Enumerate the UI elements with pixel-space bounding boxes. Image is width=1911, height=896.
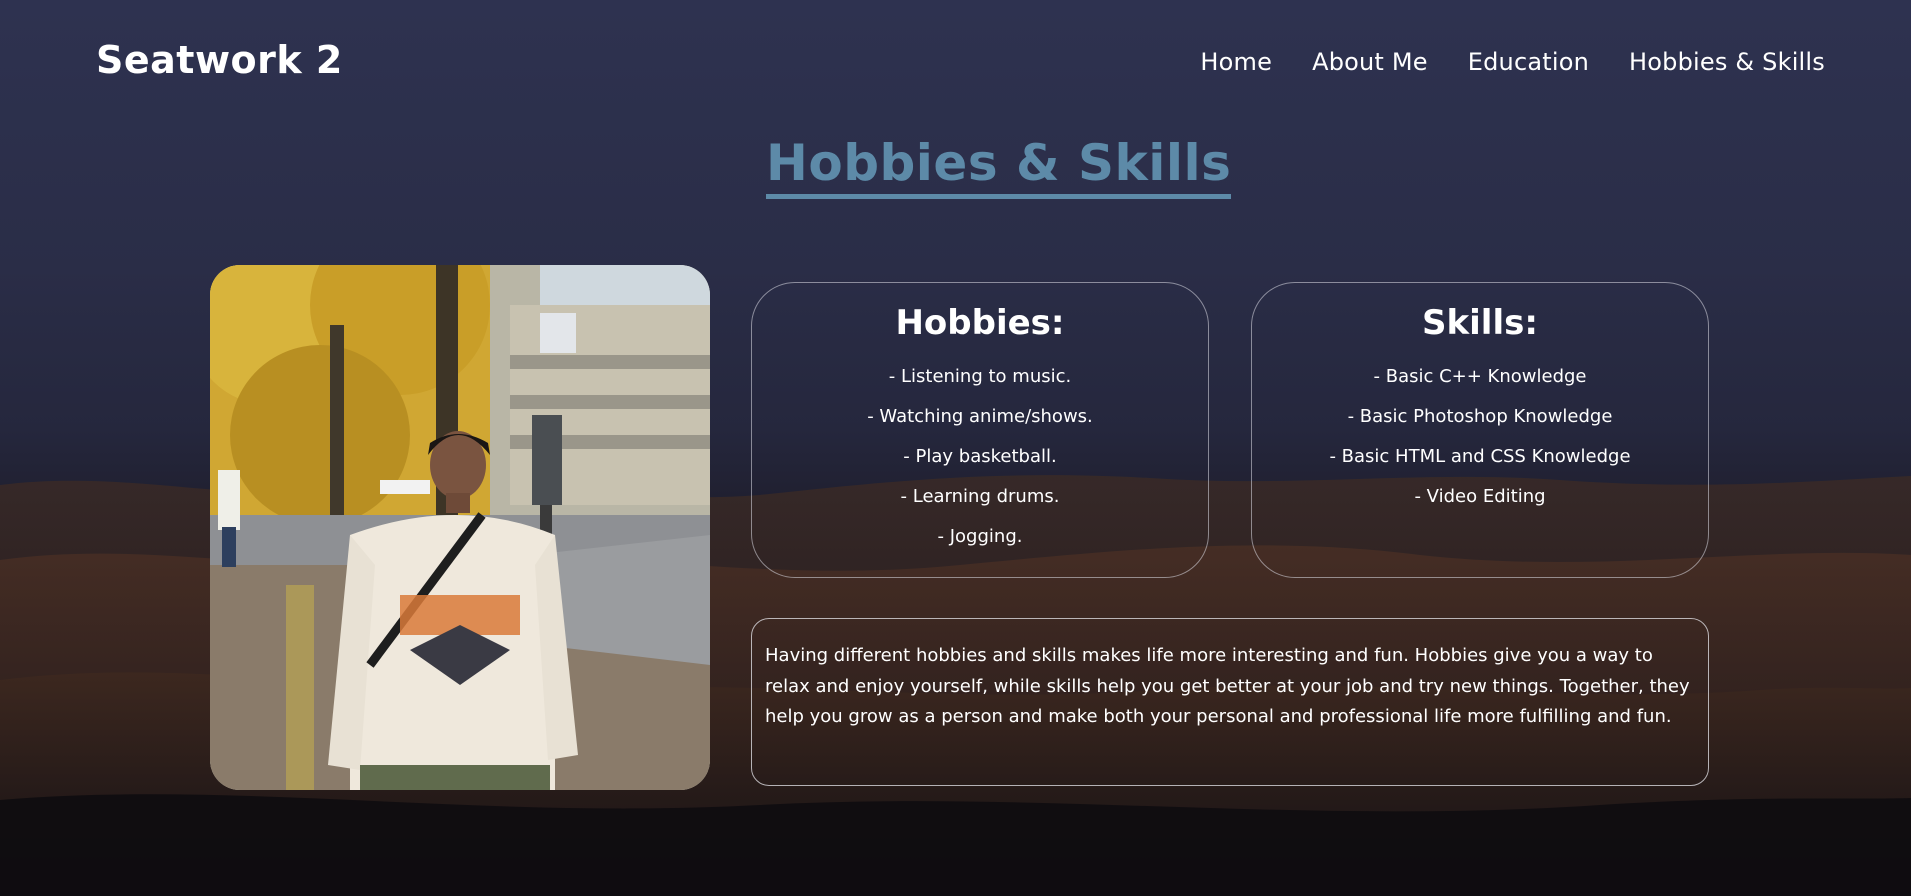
hobbies-card: Hobbies: - Listening to music. - Watchin… bbox=[751, 282, 1209, 578]
list-item: - Basic Photoshop Knowledge bbox=[1347, 406, 1613, 427]
list-item: - Jogging. bbox=[937, 526, 1023, 547]
page-title: Hobbies & Skills bbox=[766, 134, 1232, 199]
skills-heading: Skills: bbox=[1422, 303, 1538, 343]
skills-list: - Basic C++ Knowledge - Basic Photoshop … bbox=[1252, 357, 1708, 517]
description-text: Having different hobbies and skills make… bbox=[765, 645, 1690, 727]
street-photo-illustration bbox=[210, 265, 710, 790]
site-brand[interactable]: Seatwork 2 bbox=[96, 38, 343, 82]
nav-link-hobbies-skills[interactable]: Hobbies & Skills bbox=[1629, 48, 1825, 76]
skills-card: Skills: - Basic C++ Knowledge - Basic Ph… bbox=[1251, 282, 1709, 578]
list-item: - Learning drums. bbox=[900, 486, 1060, 507]
nav-link-home[interactable]: Home bbox=[1200, 48, 1272, 76]
hobbies-list: - Listening to music. - Watching anime/s… bbox=[752, 357, 1208, 557]
list-item: - Basic HTML and CSS Knowledge bbox=[1329, 446, 1631, 467]
list-item: - Watching anime/shows. bbox=[867, 406, 1093, 427]
list-item: - Play basketball. bbox=[903, 446, 1057, 467]
nav-link-about-me[interactable]: About Me bbox=[1312, 48, 1428, 76]
description-box: Having different hobbies and skills make… bbox=[751, 618, 1709, 786]
list-item: - Basic C++ Knowledge bbox=[1373, 366, 1587, 387]
list-item: - Video Editing bbox=[1414, 486, 1546, 507]
list-item: - Listening to music. bbox=[888, 366, 1072, 387]
top-navigation-bar: Seatwork 2 Home About Me Education Hobbi… bbox=[0, 0, 1911, 130]
profile-photo bbox=[210, 265, 710, 790]
main-nav: Home About Me Education Hobbies & Skills bbox=[1200, 48, 1825, 76]
hobbies-heading: Hobbies: bbox=[895, 303, 1065, 343]
nav-link-education[interactable]: Education bbox=[1468, 48, 1589, 76]
